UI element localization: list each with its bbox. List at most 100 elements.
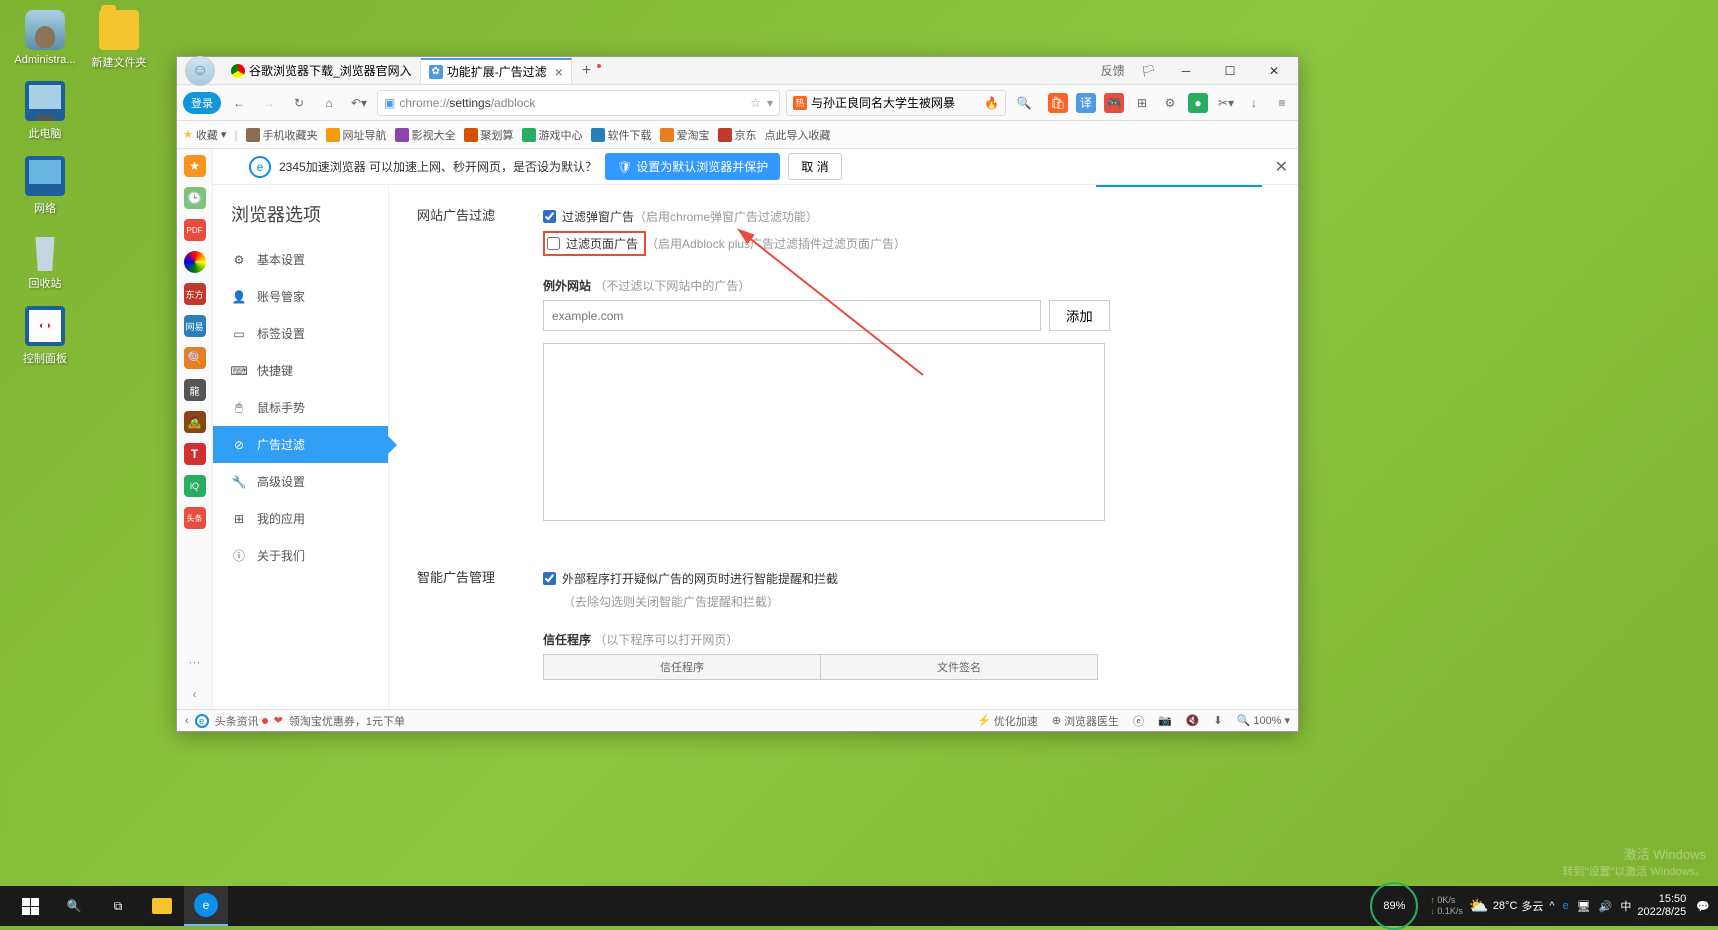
search-button[interactable]: 🔍: [1012, 91, 1036, 115]
new-tab-button[interactable]: +: [572, 62, 601, 80]
hot-search[interactable]: 热 与孙正良同名大学生被网暴 🔥: [786, 90, 1006, 116]
checkbox-smart-block[interactable]: [543, 572, 556, 585]
tab-chrome-download[interactable]: 谷歌浏览器下载_浏览器官网入: [223, 58, 421, 84]
strip-netease[interactable]: 网易: [184, 315, 206, 337]
nav-history[interactable]: ↶▾: [347, 91, 371, 115]
url-input[interactable]: ▣ chrome://settings/adblock ☆▾: [377, 90, 780, 116]
bookmark-import[interactable]: 点此导入收藏: [765, 127, 831, 143]
nav-about[interactable]: ⓘ关于我们: [213, 537, 388, 574]
start-button[interactable]: [8, 886, 52, 926]
taskbar-clock[interactable]: 15:50 2022/8/25: [1637, 893, 1686, 919]
profile-avatar-button[interactable]: [185, 56, 215, 86]
set-default-button[interactable]: 设置为默认浏览器并保护: [605, 153, 780, 180]
strip-iqiyi[interactable]: iQ: [184, 475, 206, 497]
strip-favorites[interactable]: ★: [184, 155, 206, 177]
tab-close-button[interactable]: ×: [555, 64, 563, 80]
strip-game2[interactable]: 🧟: [184, 411, 206, 433]
desktop-icon-network[interactable]: 网络: [10, 156, 80, 216]
nav-mouse-gestures[interactable]: 🖱鼠标手势: [213, 389, 388, 426]
apps-icon[interactable]: ⊞: [1132, 93, 1152, 113]
window-close[interactable]: ✕: [1254, 57, 1294, 85]
strip-dragon[interactable]: 龍: [184, 379, 206, 401]
notification-icon[interactable]: 🏳: [1135, 60, 1162, 82]
battery-widget[interactable]: 89%: [1370, 882, 1418, 930]
bookmark-jd[interactable]: 京东: [718, 127, 757, 143]
game-icon[interactable]: 🎮: [1104, 93, 1124, 113]
status-mute[interactable]: 🔇: [1186, 714, 1200, 727]
strip-clock[interactable]: 🕒: [184, 187, 206, 209]
desktop-icon-recycle[interactable]: 回收站: [10, 231, 80, 291]
tray-chevron[interactable]: ^: [1549, 900, 1554, 912]
nav-reload[interactable]: ↻: [287, 91, 311, 115]
bookmark-game[interactable]: 游戏中心: [522, 127, 583, 143]
login-button[interactable]: 登录: [183, 92, 221, 114]
checkbox-popup-filter[interactable]: [543, 210, 556, 223]
nav-basic-settings[interactable]: ⚙基本设置: [213, 241, 388, 278]
desktop-icon-newfolder[interactable]: 新建文件夹: [84, 10, 154, 70]
gear-icon[interactable]: ⚙: [1160, 93, 1180, 113]
strip-game1[interactable]: 🍭: [184, 347, 206, 369]
strip-east[interactable]: 东方: [184, 283, 206, 305]
taskbar-explorer[interactable]: [140, 886, 184, 926]
nav-home[interactable]: ⌂: [317, 91, 341, 115]
bookmark-video[interactable]: 影视大全: [395, 127, 456, 143]
checkbox-page-filter[interactable]: [547, 237, 560, 250]
weather-widget[interactable]: 28°C 多云: [1469, 896, 1544, 916]
green-app-icon[interactable]: ●: [1188, 93, 1208, 113]
status-collapse[interactable]: ‹: [185, 715, 189, 727]
status-optimize[interactable]: ⚡优化加速: [977, 713, 1038, 729]
strip-toutiao[interactable]: 头条: [184, 507, 206, 529]
scissors-icon[interactable]: ✂▾: [1216, 93, 1236, 113]
status-ie-mode[interactable]: ⓔ: [1133, 713, 1144, 729]
nav-back[interactable]: ←: [227, 91, 251, 115]
status-screenshot[interactable]: 📷: [1158, 714, 1172, 727]
status-toutiao[interactable]: 头条资讯: [215, 713, 268, 729]
nav-tab-settings[interactable]: ▭标签设置: [213, 315, 388, 352]
bookmark-taobao[interactable]: 爱淘宝: [660, 127, 710, 143]
tab-adblock-settings[interactable]: 功能扩展-广告过滤 ×: [421, 58, 572, 84]
promo-cancel-button[interactable]: 取 消: [788, 153, 841, 180]
translate-icon[interactable]: 译: [1076, 93, 1096, 113]
status-zoom[interactable]: 🔍 100% ▾: [1237, 714, 1290, 727]
star-icon[interactable]: ☆: [750, 96, 761, 110]
tray-ime[interactable]: 中: [1620, 898, 1631, 914]
window-maximize[interactable]: ☐: [1210, 57, 1250, 85]
add-site-button[interactable]: 添加: [1049, 300, 1110, 331]
feedback-button[interactable]: 反馈: [1095, 58, 1131, 83]
download-icon[interactable]: ↓: [1244, 93, 1264, 113]
nav-account-manager[interactable]: 👤账号管家: [213, 278, 388, 315]
excluded-sites-list[interactable]: [543, 343, 1105, 521]
desktop-icon-controlpanel[interactable]: 控制面板: [10, 306, 80, 366]
window-minimize[interactable]: ─: [1166, 57, 1206, 85]
strip-more[interactable]: ···: [184, 651, 206, 673]
tray-network[interactable]: 🖥: [1577, 900, 1591, 913]
bookmark-ju[interactable]: 聚划算: [464, 127, 514, 143]
status-doctor[interactable]: ⊕浏览器医生: [1052, 713, 1119, 729]
taskbar-search[interactable]: 🔍: [52, 886, 96, 926]
status-download[interactable]: ⬇: [1213, 714, 1222, 727]
taskbar-browser[interactable]: e: [184, 886, 228, 926]
promo-close-button[interactable]: ✕: [1275, 157, 1288, 177]
excluded-site-input[interactable]: [543, 300, 1041, 331]
nav-shortcuts[interactable]: ⌨快捷键: [213, 352, 388, 389]
taskbar-taskview[interactable]: ⧉: [96, 886, 140, 926]
nav-my-apps[interactable]: ⊞我的应用: [213, 500, 388, 537]
menu-icon[interactable]: ≡: [1272, 93, 1292, 113]
tray-e-icon[interactable]: e: [1563, 900, 1569, 912]
strip-chrome[interactable]: [184, 251, 206, 273]
tray-notifications[interactable]: 💬: [1696, 900, 1710, 913]
bookmark-phone[interactable]: 手机收藏夹: [246, 127, 318, 143]
desktop-icon-thispc[interactable]: 此电脑: [10, 81, 80, 141]
shopping-icon[interactable]: 🛍: [1048, 93, 1068, 113]
strip-pdf[interactable]: PDF: [184, 219, 206, 241]
desktop-icon-administrator[interactable]: Administra...: [10, 10, 80, 66]
tray-volume[interactable]: 🔊: [1599, 900, 1613, 913]
favorites-menu[interactable]: ★收藏▾: [183, 127, 226, 143]
status-taobao[interactable]: 领淘宝优惠券，1元下单: [289, 713, 405, 729]
nav-advanced[interactable]: 🔧高级设置: [213, 463, 388, 500]
bookmark-nav[interactable]: 网址导航: [326, 127, 387, 143]
netspeed-widget[interactable]: 0K/s 0.1K/s: [1430, 895, 1463, 917]
strip-collapse[interactable]: ‹: [184, 683, 206, 705]
heart-icon[interactable]: ❤: [274, 714, 283, 727]
bookmark-software[interactable]: 软件下载: [591, 127, 652, 143]
